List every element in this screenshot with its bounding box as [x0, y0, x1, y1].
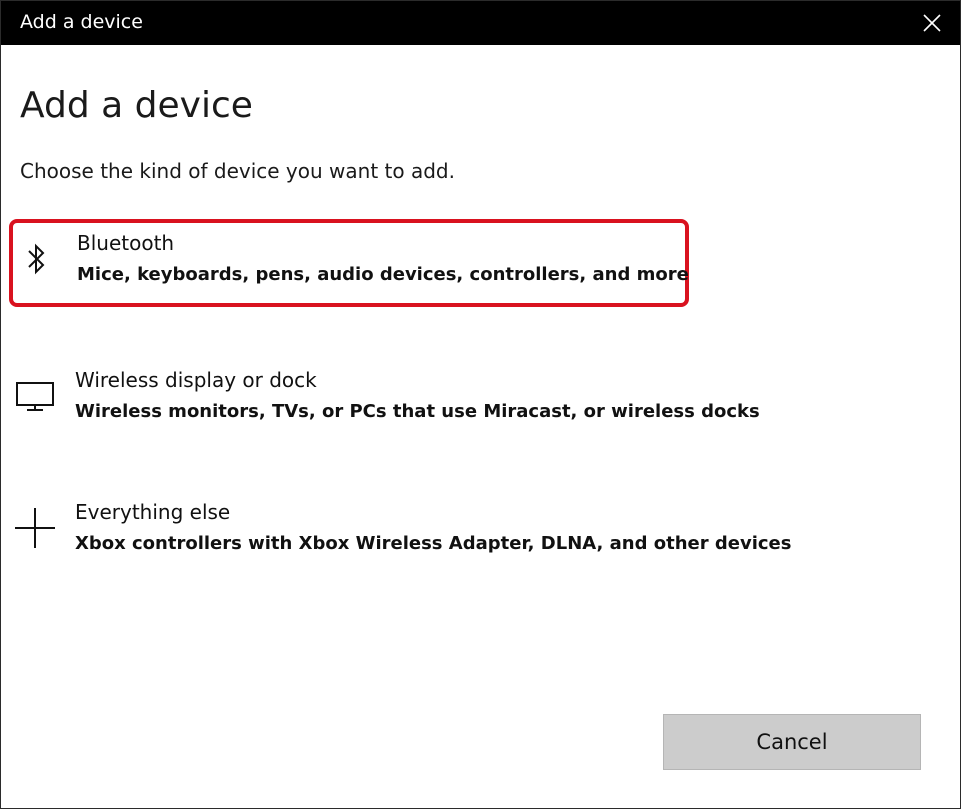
close-button[interactable]	[916, 7, 948, 39]
option-title: Bluetooth	[77, 231, 175, 255]
plus-icon	[13, 506, 57, 550]
option-wireless-display[interactable]: Wireless display or dock Wireless monito…	[9, 356, 769, 444]
monitor-icon	[13, 374, 57, 418]
close-icon	[923, 14, 941, 32]
page-title: Add a device	[20, 85, 253, 126]
option-everything-else[interactable]: Everything else Xbox controllers with Xb…	[9, 488, 809, 576]
option-description: Xbox controllers with Xbox Wireless Adap…	[75, 533, 792, 554]
option-description: Mice, keyboards, pens, audio devices, co…	[77, 264, 689, 285]
add-device-window: Add a device Add a device Choose the kin…	[0, 0, 961, 809]
bluetooth-icon	[15, 237, 59, 281]
option-description: Wireless monitors, TVs, or PCs that use …	[75, 401, 760, 422]
cancel-button[interactable]: Cancel	[663, 714, 921, 770]
page-subtitle: Choose the kind of device you want to ad…	[20, 159, 455, 183]
option-title: Everything else	[75, 500, 231, 524]
option-title: Wireless display or dock	[75, 368, 317, 392]
option-bluetooth[interactable]: Bluetooth Mice, keyboards, pens, audio d…	[9, 219, 689, 307]
window-title: Add a device	[20, 11, 143, 33]
title-bar: Add a device	[1, 1, 960, 45]
